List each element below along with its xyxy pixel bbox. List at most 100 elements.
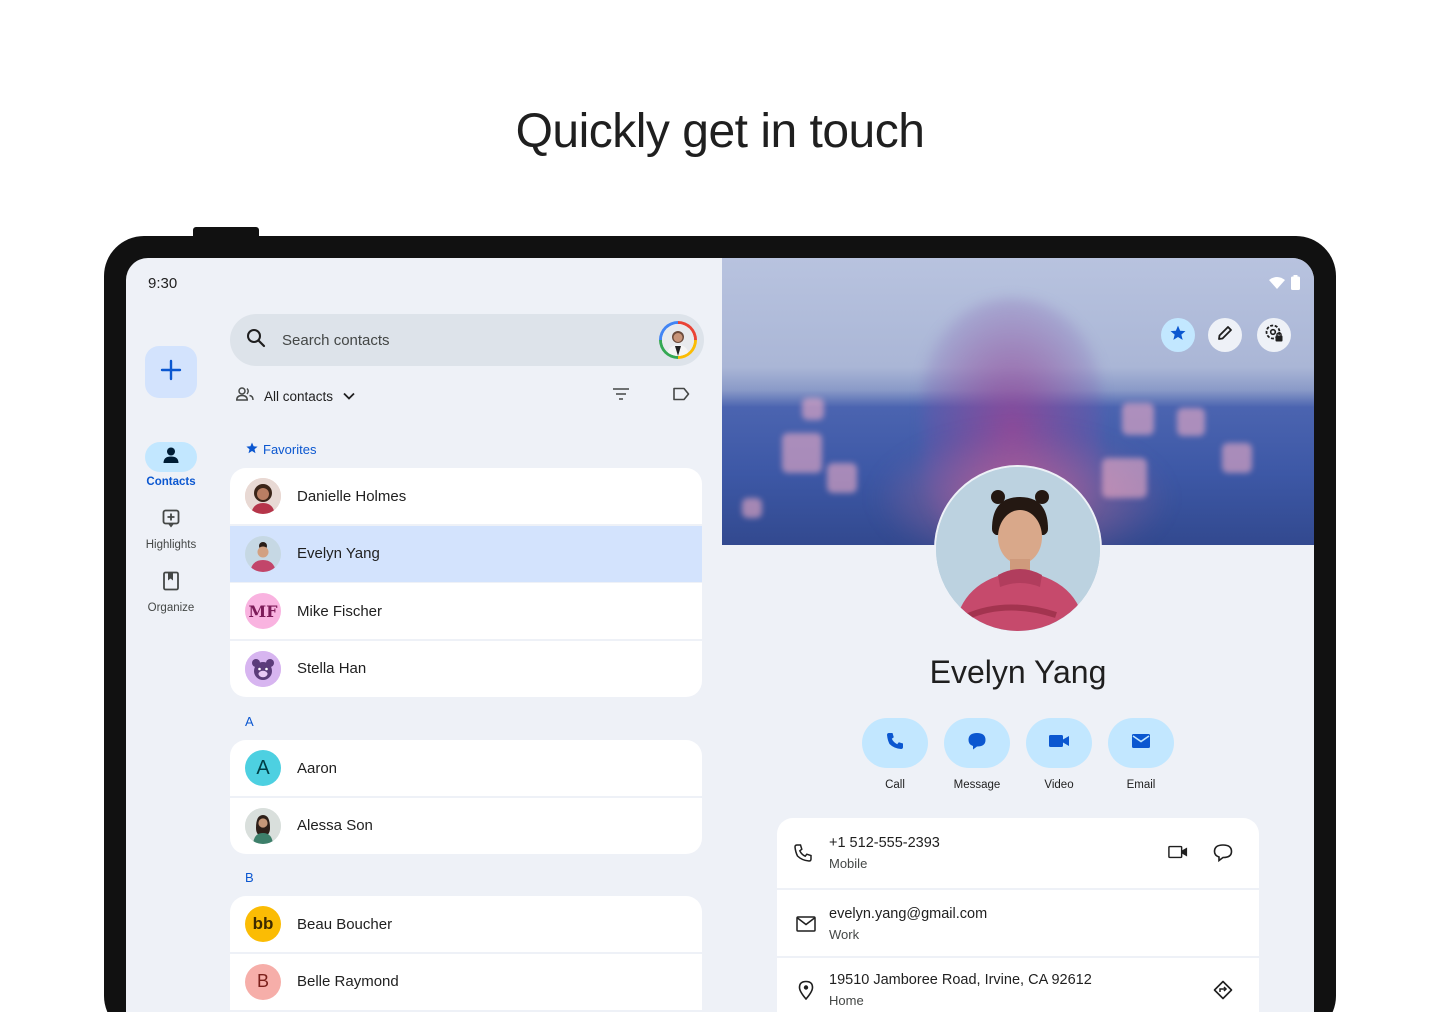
address-type: Home bbox=[829, 993, 864, 1008]
directions-icon[interactable] bbox=[1213, 980, 1233, 1005]
contact-name: Mike Fischer bbox=[297, 602, 383, 620]
highlights-icon bbox=[161, 508, 181, 533]
contact-avatar bbox=[245, 807, 281, 844]
contact-name: Evelyn Yang bbox=[297, 545, 380, 562]
contact-row-stella-han[interactable]: Stella Han bbox=[230, 640, 702, 697]
nav-organize-label: Organize bbox=[147, 602, 195, 614]
contact-avatar: B bbox=[245, 963, 281, 1000]
settings-lock-icon bbox=[1264, 323, 1284, 348]
email-action[interactable]: Email bbox=[1108, 718, 1174, 791]
sort-filter-icon[interactable] bbox=[612, 387, 630, 406]
search-bar[interactable]: Search contacts bbox=[230, 314, 704, 366]
nav-contacts[interactable]: Contacts bbox=[126, 442, 216, 488]
email-button[interactable] bbox=[1108, 718, 1174, 768]
nav-contacts-pill bbox=[145, 442, 197, 472]
account-avatar-photo bbox=[662, 324, 694, 356]
contact-avatar: bb bbox=[245, 906, 281, 942]
video-action[interactable]: Video bbox=[1026, 718, 1092, 791]
contact-row-mike-fischer[interactable]: MF Mike Fischer bbox=[230, 583, 702, 639]
phone-number: +1 512-555-2393 bbox=[829, 835, 940, 851]
nav-highlights-pill bbox=[145, 505, 197, 535]
battery-icon bbox=[1291, 275, 1300, 295]
tablet-screen: 9:30 Contacts Highlights Organize Search… bbox=[126, 258, 1314, 1012]
phone-type: Mobile bbox=[829, 856, 868, 871]
contact-row-belle-raymond[interactable]: B Belle Raymond bbox=[230, 953, 702, 1010]
call-button[interactable] bbox=[862, 718, 928, 768]
more-settings-button[interactable] bbox=[1257, 318, 1291, 352]
phone-info-row[interactable]: +1 512-555-2393 Mobile bbox=[777, 818, 1259, 888]
wifi-icon bbox=[1269, 276, 1285, 294]
nav-highlights[interactable]: Highlights bbox=[126, 505, 216, 551]
contact-name: Danielle Holmes bbox=[297, 487, 407, 505]
street-address: 19510 Jamboree Road, Irvine, CA 92612 bbox=[829, 972, 1092, 988]
favorites-section-header: Favorites bbox=[246, 442, 316, 457]
create-contact-button[interactable] bbox=[145, 346, 197, 398]
contact-row-evelyn-yang[interactable]: Evelyn Yang bbox=[230, 525, 702, 582]
bear-icon bbox=[245, 650, 281, 687]
contact-row-aaron[interactable]: A Aaron bbox=[230, 740, 702, 796]
account-avatar[interactable] bbox=[659, 321, 697, 359]
contacts-filter-icon bbox=[236, 386, 254, 406]
all-contacts-dropdown[interactable]: All contacts bbox=[264, 389, 333, 404]
contact-avatar bbox=[245, 478, 281, 514]
contact-name: Beau Boucher bbox=[297, 915, 393, 933]
contact-profile-photo bbox=[934, 465, 1102, 633]
call-action[interactable]: Call bbox=[862, 718, 928, 791]
favorites-label: Favorites bbox=[263, 442, 317, 457]
contact-name: Belle Raymond bbox=[297, 973, 399, 990]
email-label: Email bbox=[1126, 779, 1156, 791]
contacts-list-a: A Aaron Alessa Son bbox=[230, 740, 702, 854]
contact-name: Alessa Son bbox=[297, 817, 373, 834]
contact-avatar: A bbox=[245, 750, 281, 786]
edit-contact-button[interactable] bbox=[1208, 318, 1242, 352]
nav-organize-pill bbox=[145, 568, 197, 598]
email-outline-icon bbox=[796, 916, 816, 937]
contact-name-heading: Evelyn Yang bbox=[929, 654, 1107, 690]
page-headline: Quickly get in touch bbox=[515, 105, 925, 158]
contact-avatar: MF bbox=[245, 593, 281, 629]
message-action[interactable]: Message bbox=[944, 718, 1010, 791]
label-icon[interactable] bbox=[672, 387, 690, 406]
message-icon bbox=[967, 731, 987, 756]
search-input[interactable]: Search contacts bbox=[282, 332, 390, 349]
organize-icon bbox=[162, 571, 180, 596]
contact-avatar bbox=[245, 535, 281, 572]
pencil-icon bbox=[1216, 324, 1234, 347]
person-icon bbox=[162, 446, 180, 469]
contact-row-alessa-son[interactable]: Alessa Son bbox=[230, 797, 702, 854]
nav-contacts-label: Contacts bbox=[146, 476, 196, 488]
status-icons bbox=[1269, 275, 1300, 295]
sms-icon[interactable] bbox=[1213, 843, 1233, 868]
call-label: Call bbox=[885, 779, 905, 791]
video-button[interactable] bbox=[1026, 718, 1092, 768]
phone-icon bbox=[885, 731, 905, 756]
contact-name: Aaron bbox=[297, 759, 338, 777]
plus-icon bbox=[160, 359, 182, 386]
video-call-icon[interactable] bbox=[1168, 844, 1188, 865]
favorites-list: Danielle Holmes Evelyn Yang MF Mike Fisc… bbox=[230, 468, 702, 697]
phone-outline-icon bbox=[793, 843, 813, 868]
contacts-list-b: bb Beau Boucher B Belle Raymond bbox=[230, 896, 702, 1010]
filter-row: All contacts bbox=[236, 386, 706, 406]
email-info-row[interactable]: evelyn.yang@gmail.com Work bbox=[777, 890, 1259, 956]
message-label: Message bbox=[953, 779, 1001, 791]
nav-organize[interactable]: Organize bbox=[126, 568, 216, 614]
contact-name: Stella Han bbox=[297, 660, 367, 677]
nav-highlights-label: Highlights bbox=[145, 539, 197, 551]
location-pin-icon bbox=[798, 980, 814, 1005]
status-time: 9:30 bbox=[148, 275, 178, 292]
email-address: evelyn.yang@gmail.com bbox=[829, 906, 988, 922]
video-label: Video bbox=[1044, 779, 1074, 791]
section-header-b: B bbox=[245, 870, 254, 885]
address-info-row[interactable]: 19510 Jamboree Road, Irvine, CA 92612 Ho… bbox=[777, 958, 1259, 1012]
contact-avatar bbox=[245, 650, 281, 687]
search-icon bbox=[246, 328, 266, 353]
chevron-down-icon[interactable] bbox=[343, 387, 355, 405]
section-header-a: A bbox=[245, 714, 254, 729]
contact-row-danielle-holmes[interactable]: Danielle Holmes bbox=[230, 468, 702, 524]
star-filled-icon bbox=[1170, 325, 1186, 346]
contact-row-beau-boucher[interactable]: bb Beau Boucher bbox=[230, 896, 702, 952]
email-type: Work bbox=[829, 927, 860, 942]
favorite-star-button[interactable] bbox=[1161, 318, 1195, 352]
message-button[interactable] bbox=[944, 718, 1010, 768]
